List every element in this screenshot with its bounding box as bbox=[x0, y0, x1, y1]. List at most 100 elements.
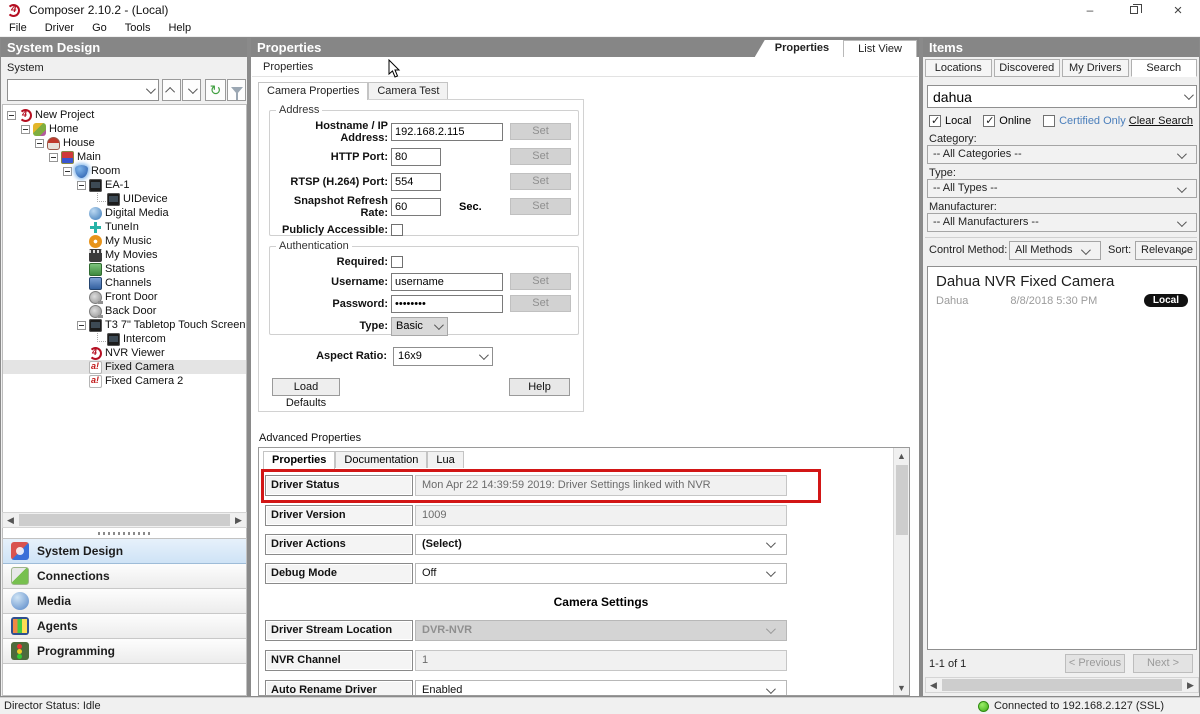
http-port-input[interactable] bbox=[391, 148, 441, 166]
tab-list-view[interactable]: List View bbox=[843, 40, 917, 57]
set-password-button[interactable]: Set bbox=[510, 295, 571, 312]
tree-item-uidevice[interactable]: UIDevice bbox=[3, 190, 246, 206]
tab-properties-view[interactable]: Properties bbox=[754, 40, 844, 57]
tree-item-front-door[interactable]: Front Door bbox=[3, 290, 246, 304]
scroll-right-icon[interactable]: ▶ bbox=[231, 513, 246, 527]
tree-item-back-door[interactable]: Back Door bbox=[3, 304, 246, 318]
nav-media[interactable]: Media bbox=[3, 589, 246, 614]
tree-item-nvr-viewer[interactable]: NVR Viewer bbox=[3, 346, 246, 360]
scrollbar-thumb[interactable] bbox=[19, 514, 230, 526]
advanced-vertical-scrollbar[interactable]: ▲ ▼ bbox=[893, 448, 909, 695]
tree-item-home[interactable]: Home bbox=[3, 122, 246, 136]
scroll-left-icon[interactable]: ◀ bbox=[926, 678, 941, 692]
collapse-icon[interactable] bbox=[49, 152, 58, 162]
tree-item-new-project[interactable]: New Project bbox=[3, 108, 246, 122]
debug-mode-select[interactable]: Off bbox=[415, 563, 787, 584]
previous-button[interactable]: < Previous bbox=[1065, 654, 1125, 673]
result-item[interactable]: Dahua NVR Fixed Camera Dahua 8/8/2018 5:… bbox=[928, 267, 1196, 307]
filter-button[interactable] bbox=[227, 79, 246, 101]
tree-item-fixed-camera[interactable]: Fixed Camera bbox=[3, 360, 246, 374]
tab-discovered[interactable]: Discovered bbox=[993, 59, 1060, 77]
collapse-icon[interactable] bbox=[21, 124, 30, 134]
load-defaults-button[interactable]: Load Defaults bbox=[272, 378, 340, 409]
nav-agents[interactable]: Agents bbox=[3, 614, 246, 639]
menu-go[interactable]: Go bbox=[83, 22, 116, 34]
collapse-icon[interactable] bbox=[7, 110, 16, 120]
set-snapshot-rate-button[interactable]: Set bbox=[510, 198, 571, 215]
menu-tools[interactable]: Tools bbox=[116, 22, 160, 34]
system-combo[interactable] bbox=[7, 79, 159, 101]
auto-rename-driver-select[interactable]: Enabled bbox=[415, 680, 787, 695]
password-input[interactable] bbox=[391, 295, 503, 313]
menu-help[interactable]: Help bbox=[159, 22, 200, 34]
driver-actions-select[interactable]: (Select) bbox=[415, 534, 787, 555]
collapse-icon[interactable] bbox=[77, 180, 86, 190]
close-button[interactable]: × bbox=[1156, 0, 1200, 20]
rtsp-port-input[interactable] bbox=[391, 173, 441, 191]
certified-only-checkbox[interactable] bbox=[1043, 115, 1056, 127]
required-checkbox[interactable] bbox=[391, 256, 403, 268]
refresh-button[interactable]: ↻ bbox=[205, 79, 226, 101]
tree-item-digital-media[interactable]: Digital Media bbox=[3, 206, 246, 220]
search-combo[interactable]: dahua bbox=[927, 85, 1197, 108]
minimize-button[interactable]: – bbox=[1068, 0, 1112, 20]
items-horizontal-scrollbar[interactable]: ◀ ▶ bbox=[925, 677, 1199, 693]
find-previous-button[interactable] bbox=[162, 79, 181, 101]
tree-item-intercom[interactable]: Intercom bbox=[3, 330, 246, 346]
tree-item-my-music[interactable]: My Music bbox=[3, 234, 246, 248]
online-checkbox[interactable] bbox=[983, 114, 996, 127]
tab-my-drivers[interactable]: My Drivers bbox=[1062, 59, 1129, 77]
aspect-ratio-select[interactable]: 16x9 bbox=[393, 346, 493, 366]
tree-item-main[interactable]: Main bbox=[3, 150, 246, 164]
nav-system-design[interactable]: System Design bbox=[3, 539, 246, 564]
type-select[interactable]: -- All Types -- bbox=[927, 179, 1197, 198]
set-hostname-button[interactable]: Set bbox=[510, 123, 571, 140]
scrollbar-thumb[interactable] bbox=[942, 679, 1182, 691]
tab-search[interactable]: Search bbox=[1130, 59, 1197, 77]
control-method-select[interactable]: All Methods bbox=[1009, 241, 1101, 260]
tab-camera-test[interactable]: Camera Test bbox=[368, 82, 449, 99]
find-next-button[interactable] bbox=[182, 79, 201, 101]
hostname-input[interactable] bbox=[391, 123, 503, 141]
tree-item-tunein[interactable]: TuneIn bbox=[3, 220, 246, 234]
nav-programming[interactable]: Programming bbox=[3, 639, 246, 664]
tab-locations[interactable]: Locations bbox=[925, 59, 992, 77]
tree-item-house[interactable]: House bbox=[3, 136, 246, 150]
sort-select[interactable]: Relevance bbox=[1135, 241, 1197, 260]
scrollbar-thumb[interactable] bbox=[895, 465, 908, 535]
set-http-port-button[interactable]: Set bbox=[510, 148, 571, 165]
tree-item-fixed-camera-2[interactable]: Fixed Camera 2 bbox=[3, 374, 246, 388]
tree-item-ea1[interactable]: EA-1 bbox=[3, 178, 246, 192]
local-checkbox[interactable] bbox=[929, 114, 941, 127]
tab-lua[interactable]: Lua bbox=[427, 451, 464, 468]
scroll-right-icon[interactable]: ▶ bbox=[1183, 678, 1198, 692]
driver-stream-location-select[interactable]: DVR-NVR bbox=[415, 620, 787, 641]
splitter-handle[interactable] bbox=[1, 530, 247, 537]
auth-type-select[interactable]: Basic bbox=[391, 316, 448, 336]
scroll-up-icon[interactable]: ▲ bbox=[894, 448, 909, 463]
set-rtsp-port-button[interactable]: Set bbox=[510, 173, 571, 190]
help-button[interactable]: Help bbox=[509, 378, 570, 396]
tree-item-stations[interactable]: Stations bbox=[3, 262, 246, 276]
tree-item-t3-touchscreen[interactable]: T3 7" Tabletop Touch Screen bbox=[3, 318, 246, 332]
menu-driver[interactable]: Driver bbox=[36, 22, 83, 34]
collapse-icon[interactable] bbox=[77, 320, 86, 330]
tree-item-room[interactable]: Room bbox=[3, 164, 246, 178]
menu-file[interactable]: File bbox=[0, 22, 36, 34]
username-input[interactable] bbox=[391, 273, 503, 291]
scroll-left-icon[interactable]: ◀ bbox=[3, 513, 18, 527]
collapse-icon[interactable] bbox=[35, 138, 44, 148]
collapse-icon[interactable] bbox=[63, 166, 72, 176]
tab-camera-properties[interactable]: Camera Properties bbox=[258, 82, 369, 100]
set-username-button[interactable]: Set bbox=[510, 273, 571, 290]
tab-advanced-properties[interactable]: Properties bbox=[263, 451, 336, 469]
restore-button[interactable] bbox=[1112, 0, 1156, 20]
next-button[interactable]: Next > bbox=[1133, 654, 1193, 673]
tree-item-my-movies[interactable]: My Movies bbox=[3, 248, 246, 262]
publicly-accessible-checkbox[interactable] bbox=[391, 224, 403, 236]
scroll-down-icon[interactable]: ▼ bbox=[894, 680, 909, 695]
tree-horizontal-scrollbar[interactable]: ◀ ▶ bbox=[2, 512, 247, 528]
nav-connections[interactable]: Connections bbox=[3, 564, 246, 589]
clear-search-link[interactable]: Clear Search bbox=[1129, 115, 1193, 127]
manufacturer-select[interactable]: -- All Manufacturers -- bbox=[927, 213, 1197, 232]
